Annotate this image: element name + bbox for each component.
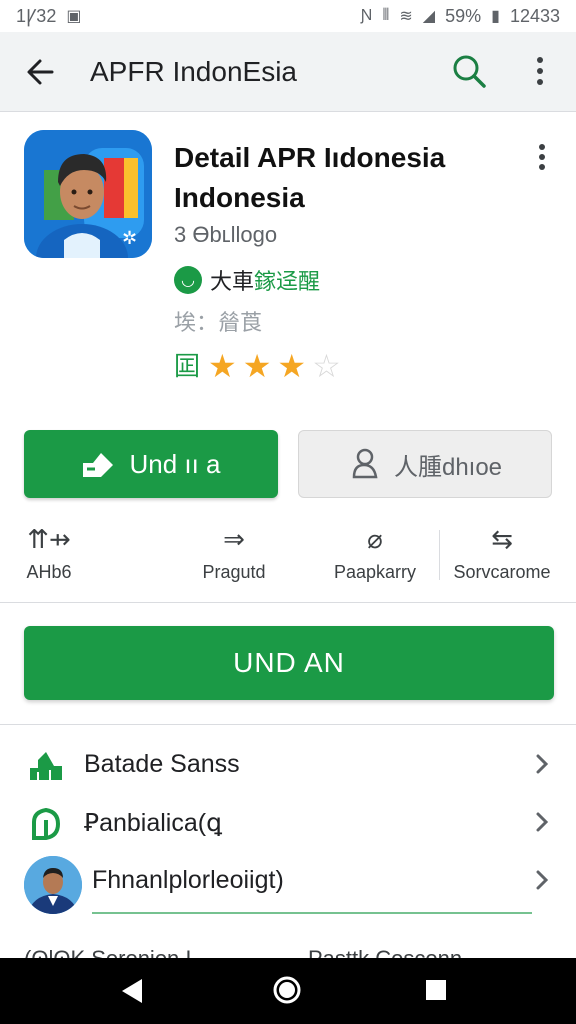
- overflow-menu-icon[interactable]: [528, 52, 552, 90]
- list-item[interactable]: Ꝑanbialica(ꝗ: [0, 794, 576, 852]
- vibrate-icon: ⦀: [382, 7, 390, 24]
- wifi-icon: ≋: [399, 8, 413, 25]
- signal-icon: ◢: [422, 8, 436, 25]
- chevron-right-icon: [536, 812, 549, 832]
- stat-item: ⇒ Pragutd: [188, 522, 280, 583]
- field-underline: [92, 912, 532, 914]
- stat-label: Paapkarry: [333, 562, 417, 582]
- list-item-label: Ꝑanbialica(ꝗ: [84, 809, 222, 837]
- secondary-action-button[interactable]: 人腫dhıoe: [298, 430, 552, 498]
- primary-action-label: Und ıı a: [129, 448, 221, 479]
- list-item[interactable]: Fhnanlplorleoiigt): [0, 852, 576, 910]
- status-bar: 1Ꝩ32 ▣ Ɲ ⦀ ≋ ◢ 59% ▮ 12433: [0, 0, 576, 32]
- stat-divider: [439, 530, 440, 580]
- share-arrow-icon: [83, 453, 114, 477]
- verified-badge-icon: ◡: [174, 266, 202, 294]
- nav-recents-icon[interactable]: [424, 978, 448, 1002]
- app-title: Detail APR Iıdonesia Indonesia: [174, 142, 446, 213]
- developer-name[interactable]: 3 Ɵbʟllogo: [174, 222, 277, 248]
- stats-row: ⇈⇸ AHb6 ⇒ Pragutd ⌀ Paapkarry ⇆ Sorvcaro…: [0, 522, 576, 592]
- category-label: 埃：䁞莨: [174, 310, 263, 335]
- stat-glyph: ⇆: [491, 524, 513, 554]
- stat-item: ⇈⇸ AHb6: [14, 522, 84, 583]
- content-rating-icon: 囸: [174, 351, 201, 381]
- back-arrow-icon[interactable]: [22, 54, 58, 90]
- image-notification-icon: ▣: [66, 8, 82, 25]
- star-icon: ★: [277, 348, 307, 384]
- divider: [0, 602, 576, 603]
- footer-partial: (ʘlʘK Soronion I Pasttk Cosconn: [0, 940, 576, 960]
- app-icon: ✲: [24, 130, 152, 258]
- leaf-icon: [32, 807, 61, 840]
- chevron-right-icon: [536, 754, 549, 774]
- stat-glyph: ⌀: [367, 524, 383, 554]
- stat-item: ⇆ Sorvcarome: [446, 522, 558, 583]
- battery-percent: 59%: [445, 5, 482, 26]
- battery-icon: ▮: [491, 8, 500, 25]
- svg-text:✲: ✲: [122, 228, 137, 249]
- badge-text: 大車鎵迳醒: [210, 269, 321, 294]
- status-clock: 12433: [509, 5, 560, 26]
- divider: [0, 724, 576, 725]
- list-item-label: Batade Sanss: [84, 750, 240, 778]
- stat-label: Sorvcarome: [453, 562, 551, 582]
- app-bar: APFR IndonEsia: [0, 32, 576, 112]
- app-bar-title: APFR IndonEsia: [90, 56, 297, 87]
- list-item[interactable]: Batade Sanss: [0, 736, 576, 794]
- star-empty-icon: ☆: [312, 348, 341, 384]
- system-nav-bar: [0, 958, 576, 1024]
- search-icon[interactable]: [450, 52, 488, 90]
- stat-glyph: ⇈⇸: [27, 524, 71, 554]
- chart-icon: [30, 752, 62, 780]
- chevron-right-icon: [536, 870, 549, 890]
- nav-home-icon[interactable]: [272, 975, 302, 1005]
- install-label: UND AN: [233, 647, 345, 678]
- person-icon: [352, 448, 378, 479]
- star-icon: ★: [208, 348, 237, 384]
- primary-action-button[interactable]: Und ıı a: [24, 430, 278, 498]
- secondary-action-label: 人腫dhıoe: [393, 453, 503, 481]
- stat-label: AHb6: [26, 562, 72, 582]
- nav-back-icon[interactable]: [118, 976, 146, 1006]
- detail-overflow-icon[interactable]: [530, 142, 554, 172]
- stat-glyph: ⇒: [223, 524, 245, 554]
- rating-row: 囸 ★ ★ ★ ☆: [174, 350, 341, 382]
- status-time-left: 1Ꝩ32: [16, 6, 57, 26]
- badge-row: ◡ 大車鎵迳醒: [174, 264, 320, 296]
- stat-label: Pragutd: [202, 562, 266, 582]
- install-button[interactable]: UND AN: [24, 626, 554, 700]
- star-icon: ★: [242, 348, 272, 384]
- list-item-label: Fhnanlplorleoiigt): [92, 866, 284, 894]
- nfc-icon: Ɲ: [360, 7, 373, 24]
- stat-item: ⌀ Paapkarry: [322, 522, 428, 583]
